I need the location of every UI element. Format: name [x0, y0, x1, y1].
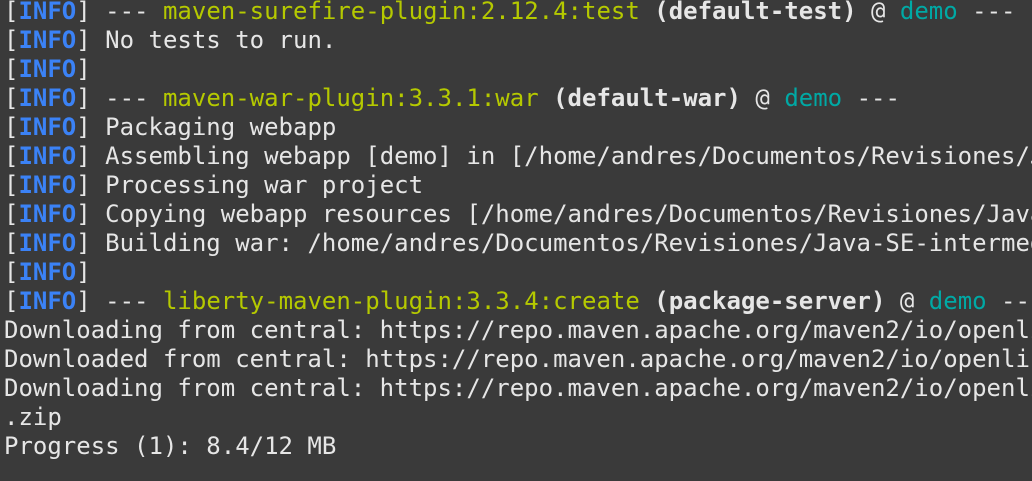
execution-id: (default-war)	[553, 84, 741, 112]
bracket-open: [	[4, 142, 19, 170]
download-log: Downloading from central: https://repo.m…	[4, 316, 1032, 344]
bracket-open: [	[4, 26, 19, 54]
terminal-line: [INFO] --- maven-surefire-plugin:2.12.4:…	[4, 0, 1032, 26]
bracket-open: [	[4, 55, 19, 83]
log-level-tag: INFO	[18, 0, 77, 25]
download-log: Progress (1): 8.4/12 MB	[4, 432, 337, 460]
log-message: Processing war project	[105, 171, 424, 199]
terminal-line: [INFO] Assembling webapp [demo] in [/hom…	[4, 142, 1032, 171]
separator: ---	[856, 84, 900, 112]
log-level-tag: INFO	[18, 84, 77, 112]
bracket-close: ]	[76, 26, 91, 54]
bracket-close: ]	[76, 229, 91, 257]
separator: ---	[1001, 287, 1032, 315]
log-level-tag: INFO	[18, 26, 77, 54]
execution-id: (package-server)	[654, 287, 886, 315]
bracket-open: [	[4, 171, 19, 199]
terminal-line: [INFO]	[4, 258, 1032, 287]
log-level-tag: INFO	[18, 55, 77, 83]
project-name: demo	[928, 287, 987, 315]
log-message: Assembling webapp [demo] in [/home/andre…	[105, 142, 1032, 170]
log-message: Packaging webapp	[105, 113, 337, 141]
log-level-tag: INFO	[18, 258, 77, 286]
at-sign: @	[755, 84, 770, 112]
bracket-close: ]	[76, 55, 91, 83]
plugin-goal: maven-war-plugin:3.3.1:war	[162, 84, 539, 112]
terminal-line: .zip	[4, 403, 1032, 432]
project-name: demo	[784, 84, 843, 112]
terminal-line: [INFO] --- maven-war-plugin:3.3.1:war (d…	[4, 84, 1032, 113]
terminal-line: Downloaded from central: https://repo.ma…	[4, 345, 1032, 374]
bracket-close: ]	[76, 142, 91, 170]
plugin-goal: liberty-maven-plugin:3.3.4:create	[162, 287, 640, 315]
terminal-line: [INFO] Copying webapp resources [/home/a…	[4, 200, 1032, 229]
bracket-open: [	[4, 0, 19, 25]
terminal-line: [INFO] Processing war project	[4, 171, 1032, 200]
bracket-open: [	[4, 84, 19, 112]
bracket-open: [	[4, 200, 19, 228]
terminal-line: Progress (1): 8.4/12 MB	[4, 432, 1032, 461]
plugin-goal: maven-surefire-plugin:2.12.4:test	[162, 0, 640, 25]
log-level-tag: INFO	[18, 113, 77, 141]
bracket-close: ]	[76, 258, 91, 286]
separator: ---	[972, 0, 1016, 25]
bracket-close: ]	[76, 200, 91, 228]
at-sign: @	[899, 287, 915, 315]
bracket-open: [	[4, 258, 19, 286]
execution-id: (default-test)	[654, 0, 857, 25]
terminal-line: Downloading from central: https://repo.m…	[4, 316, 1032, 345]
terminal-line: [INFO] No tests to run.	[4, 26, 1032, 55]
bracket-close: ]	[76, 171, 91, 199]
bracket-close: ]	[76, 113, 91, 141]
log-level-tag: INFO	[18, 229, 77, 257]
terminal-output[interactable]: [INFO] --- maven-surefire-plugin:2.12.4:…	[0, 0, 1032, 481]
bracket-open: [	[4, 113, 19, 141]
download-log: .zip	[4, 403, 62, 431]
terminal-line: Downloading from central: https://repo.m…	[4, 374, 1032, 403]
log-level-tag: INFO	[18, 142, 77, 170]
terminal-line: [INFO] --- liberty-maven-plugin:3.3.4:cr…	[4, 287, 1032, 316]
separator: ---	[105, 0, 149, 25]
separator: ---	[105, 287, 149, 315]
bracket-close: ]	[76, 0, 91, 25]
log-message: Building war: /home/andres/Documentos/Re…	[105, 229, 1032, 257]
download-log: Downloading from central: https://repo.m…	[4, 374, 1032, 402]
log-message: Copying webapp resources [/home/andres/D…	[105, 200, 1032, 228]
bracket-close: ]	[76, 84, 91, 112]
bracket-open: [	[4, 287, 19, 315]
at-sign: @	[871, 0, 886, 25]
project-name: demo	[899, 0, 958, 25]
log-level-tag: INFO	[18, 287, 77, 315]
terminal-line: [INFO]	[4, 55, 1032, 84]
bracket-close: ]	[76, 287, 91, 315]
download-log: Downloaded from central: https://repo.ma…	[4, 345, 1032, 373]
log-level-tag: INFO	[18, 200, 77, 228]
separator: ---	[105, 84, 149, 112]
terminal-line: [INFO] Packaging webapp	[4, 113, 1032, 142]
terminal-line: [INFO] Building war: /home/andres/Docume…	[4, 229, 1032, 258]
bracket-open: [	[4, 229, 19, 257]
log-message: No tests to run.	[105, 26, 337, 54]
log-level-tag: INFO	[18, 171, 77, 199]
